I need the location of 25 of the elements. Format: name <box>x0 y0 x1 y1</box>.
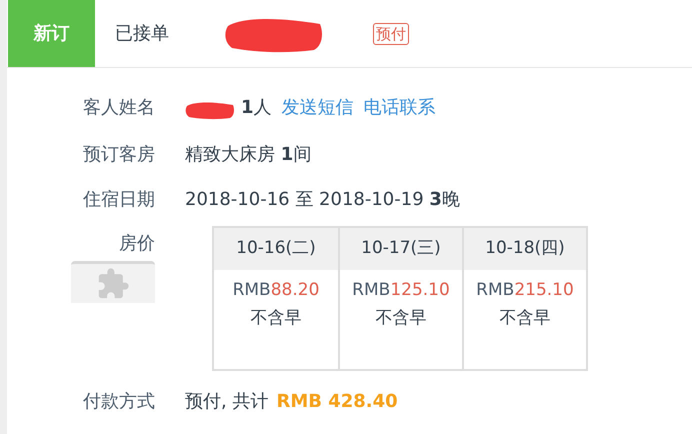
room-value: 精致大床房 1间 <box>185 142 312 166</box>
field-label: 预订客房 <box>82 142 155 166</box>
nightly-price: RMB215.10 <box>475 279 575 302</box>
contact-link[interactable]: 发送短信 <box>282 94 354 120</box>
contact-link[interactable]: 电话联系 <box>364 94 436 120</box>
guest-count: 1人 <box>241 96 272 120</box>
breakfast-note: 不含早 <box>374 306 428 330</box>
nightly-price: RMB88.20 <box>232 279 320 302</box>
field-label: 客人姓名 <box>82 96 155 120</box>
stay-dates: 2018-10-16 至 2018-10-19 3晚 <box>185 188 460 212</box>
puzzle-icon <box>96 266 130 300</box>
field-label: 付款方式 <box>82 390 155 414</box>
date-header: 10-16(二) <box>214 228 338 270</box>
prepaid-tag: 预付 <box>373 22 409 44</box>
payment-value: 预付, 共计 <box>185 390 268 414</box>
total-amount: RMB 428.40 <box>276 390 398 414</box>
field-label: 房价 <box>119 232 155 256</box>
field-label: 住宿日期 <box>82 188 155 212</box>
breakfast-note: 不含早 <box>250 306 302 330</box>
order-status: 已接单 <box>115 22 169 46</box>
breakfast-note: 不含早 <box>498 306 552 330</box>
date-header: 10-17(三) <box>340 228 462 270</box>
nightly-price: RMB125.10 <box>351 279 451 302</box>
new-order-tab[interactable]: 新订 <box>8 0 95 67</box>
date-header: 10-18(四) <box>464 228 586 270</box>
